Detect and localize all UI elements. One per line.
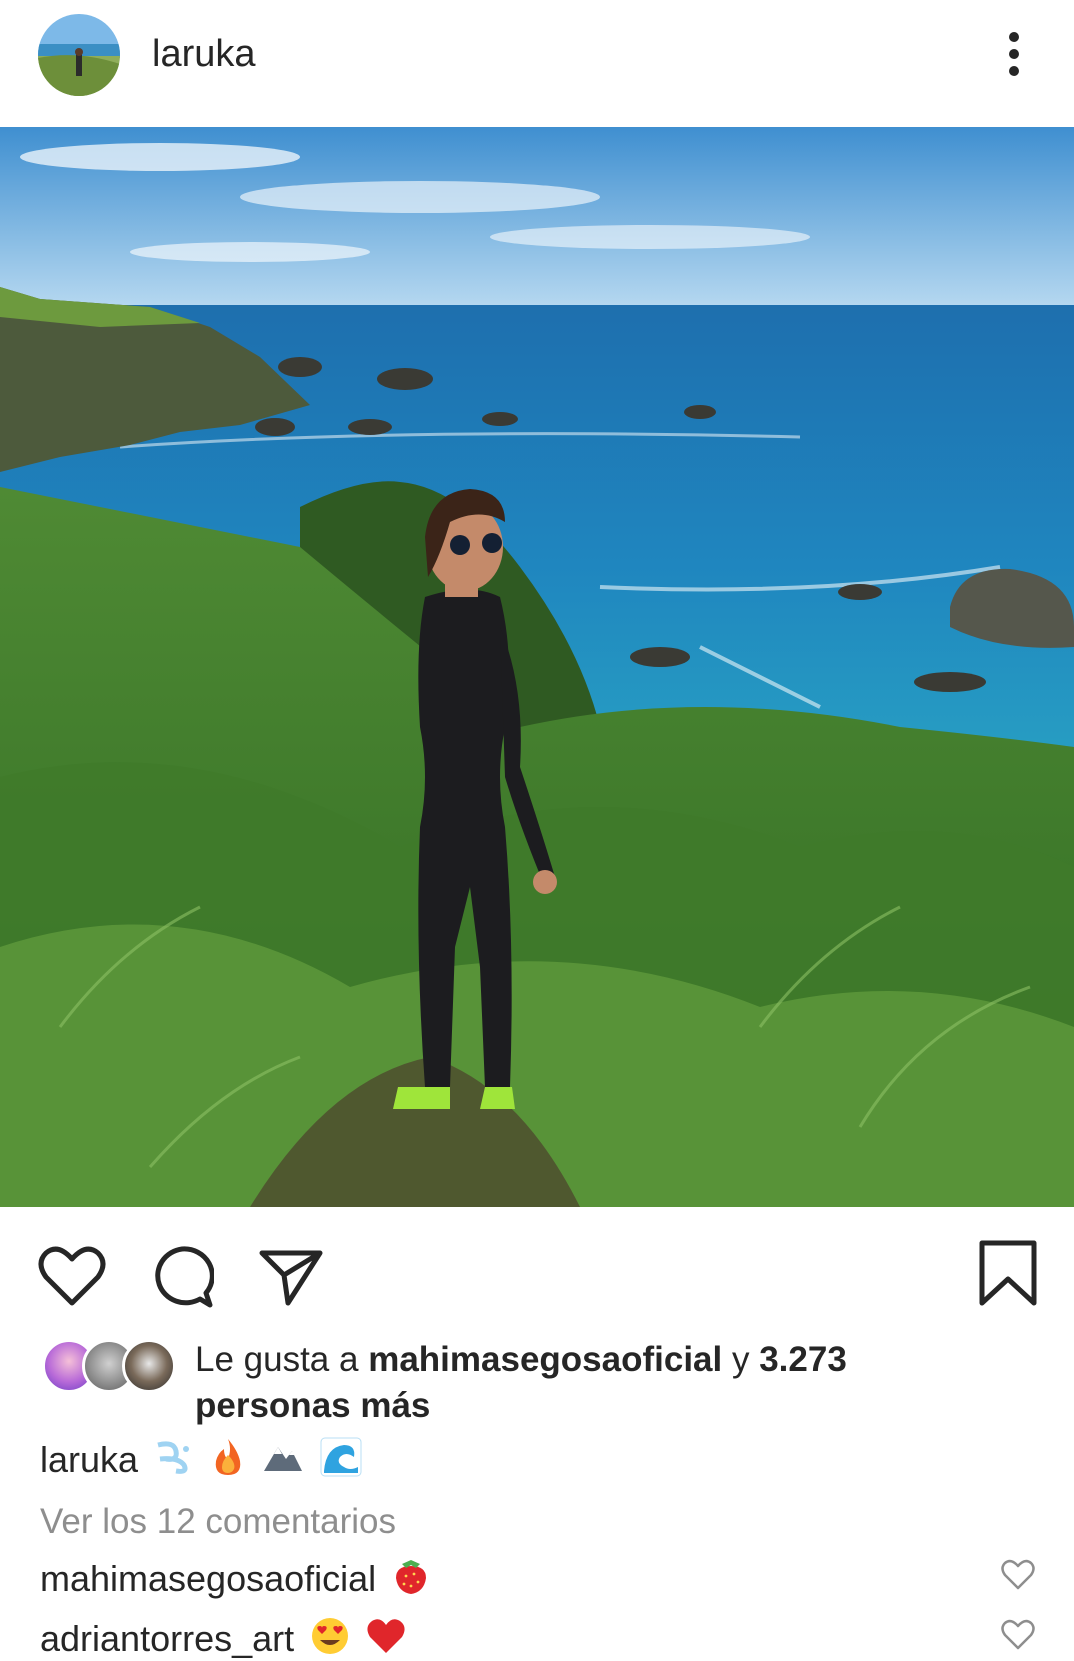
liker-avatars[interactable] [42, 1339, 182, 1399]
heart-icon[interactable] [38, 1245, 106, 1309]
comment-username[interactable]: mahimasegosaoficial [40, 1558, 376, 1599]
wave-emoji [320, 1437, 362, 1488]
comment-username[interactable]: adriantorres_art [40, 1618, 294, 1659]
heart-eyes-emoji [310, 1616, 350, 1661]
send-icon[interactable] [258, 1247, 324, 1307]
post-caption: laruka [40, 1437, 362, 1488]
comment-like-heart-icon[interactable] [1000, 1558, 1036, 1592]
post-username[interactable]: laruka [152, 32, 256, 76]
likes-line2[interactable]: personas más [195, 1386, 430, 1425]
likes-prefix: Le gusta a [195, 1340, 369, 1379]
strawberry-emoji [392, 1556, 430, 1607]
bookmark-icon[interactable] [978, 1239, 1038, 1307]
likes-summary[interactable]: Le gusta a mahimasegosaoficial y 3.273 pe… [195, 1337, 1015, 1429]
dash-emoji [154, 1437, 194, 1488]
likes-count[interactable]: 3.273 [759, 1340, 847, 1379]
red-heart-emoji [366, 1617, 406, 1661]
user-avatar[interactable] [38, 14, 120, 96]
likes-row: Le gusta a mahimasegosaoficial y 3.273 pe… [0, 1327, 1074, 1447]
fire-emoji [210, 1437, 246, 1488]
comment-like-heart-icon[interactable] [1000, 1618, 1036, 1652]
post-actions [0, 1207, 1074, 1327]
post-photo[interactable] [0, 127, 1074, 1207]
comment-row: adriantorres_art [40, 1616, 406, 1661]
likes-connector: y [722, 1340, 760, 1379]
comment-row: mahimasegosaoficial [40, 1556, 430, 1607]
caption-username[interactable]: laruka [40, 1439, 138, 1480]
more-vertical-icon[interactable] [1000, 26, 1028, 82]
view-comments-link[interactable]: Ver los 12 comentarios [40, 1500, 396, 1544]
liker-avatar [122, 1339, 176, 1393]
comment-icon[interactable] [150, 1245, 215, 1309]
likes-first-user[interactable]: mahimasegosaoficial [368, 1340, 722, 1379]
post-header: laruka [0, 0, 1074, 127]
mountain-emoji [262, 1437, 304, 1488]
